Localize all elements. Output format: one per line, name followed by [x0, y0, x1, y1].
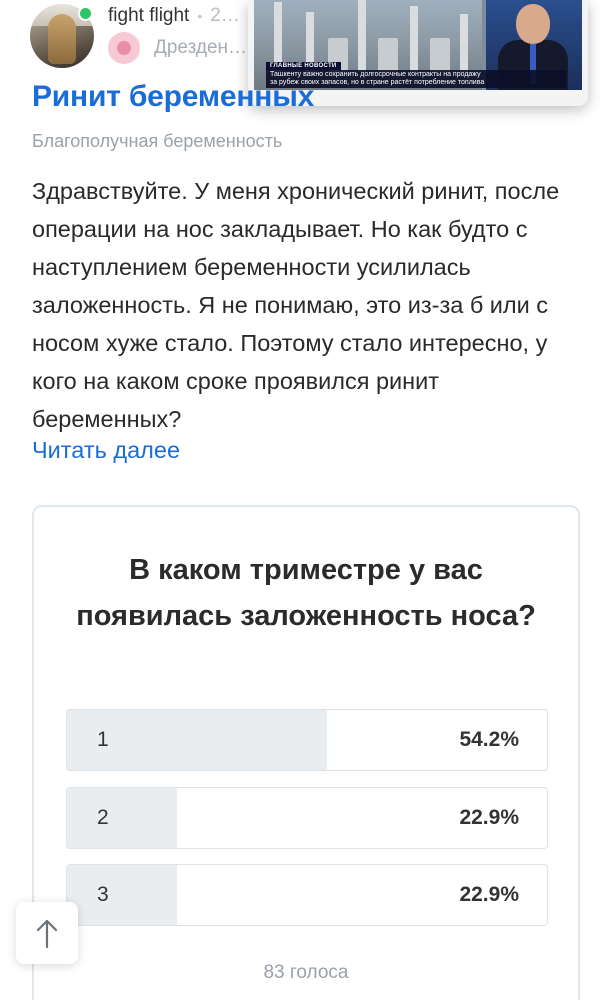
poll-option-bar: [67, 788, 177, 848]
scroll-to-top-button[interactable]: [16, 902, 78, 964]
post-title[interactable]: Ринит беременных: [32, 80, 314, 114]
poll-vote-count: 83 голоса: [263, 962, 349, 983]
author-avatar[interactable]: [30, 4, 94, 68]
post-tag[interactable]: Благополучная беременность: [32, 131, 282, 152]
poll-option-percent: 22.9%: [459, 806, 519, 829]
read-more-link[interactable]: Читать далее: [32, 437, 180, 464]
arrow-up-icon: [36, 919, 58, 948]
poll-option-label: 1: [97, 728, 109, 751]
online-status-icon: [78, 6, 93, 21]
poll-question: В каком триместре у вас появилась заложе…: [76, 554, 536, 632]
poll-option[interactable]: 2 22.9%: [66, 787, 548, 849]
community-name: Дрезден…: [154, 37, 248, 58]
poll-option-percent: 54.2%: [459, 728, 519, 751]
author-name[interactable]: fight flight: [108, 5, 189, 26]
poll-card: В каком триместре у вас появилась заложе…: [32, 505, 580, 1000]
poll-option-percent: 22.9%: [459, 883, 519, 906]
poll-option-label: 2: [97, 806, 109, 829]
poll-option[interactable]: 1 54.2%: [66, 709, 548, 771]
post-date: 2…: [210, 5, 240, 26]
separator-dot: •: [197, 8, 203, 24]
community-link[interactable]: Дрезден…: [108, 32, 247, 64]
community-icon: [108, 32, 140, 64]
poll-option[interactable]: 3 22.9%: [66, 864, 548, 926]
news-badge: ГЛАВНЫЕ НОВОСТИ: [266, 62, 341, 70]
ticker-line-1: Ташкенту важно сохранить долгосрочные ко…: [270, 71, 481, 78]
poll-option-label: 3: [97, 883, 109, 906]
author-line: fight flight • 2…: [108, 5, 240, 27]
poll-option-bar: [67, 865, 177, 925]
post-body: Здравствуйте. У меня хронический ринит, …: [32, 178, 560, 432]
